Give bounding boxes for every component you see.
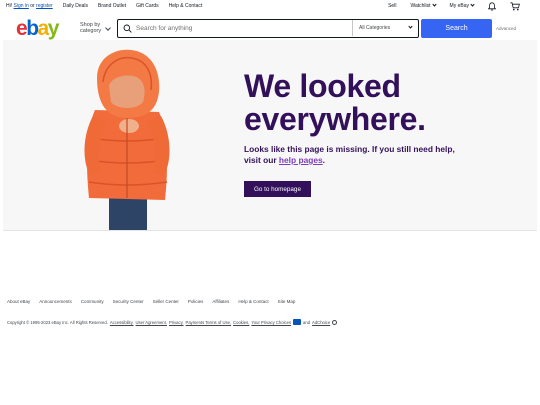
- topbar-right: Sell Watchlist My eBay: [388, 1, 534, 11]
- greeting-text: Hi!: [6, 3, 13, 9]
- sign-in-link[interactable]: Sign in: [14, 3, 29, 9]
- register-link[interactable]: register: [36, 3, 53, 9]
- help-pages-link[interactable]: help pages: [279, 155, 323, 165]
- headline-line1: We looked: [244, 68, 401, 104]
- footer-link-affiliates[interactable]: Affiliates: [212, 299, 229, 304]
- my-ebay-label: My eBay: [449, 3, 469, 9]
- search-button[interactable]: Search: [421, 19, 492, 38]
- footer-link-site-map[interactable]: Site Map: [278, 299, 296, 304]
- search-icon: [123, 24, 132, 33]
- footer-link-announcements[interactable]: Announcements: [39, 299, 72, 304]
- topbar-left: Hi! Sign in or register Daily Deals Bran…: [6, 3, 202, 9]
- accessibility-link[interactable]: Accessibility,: [110, 320, 134, 325]
- sign-in-greeting: Hi! Sign in or register: [6, 3, 53, 9]
- user-agreement-link[interactable]: User Agreement,: [136, 320, 167, 325]
- copyright-bar: Copyright © 1995-2023 eBay Inc. All Righ…: [7, 319, 338, 325]
- logo-letter-y: y: [47, 17, 60, 40]
- chevron-down-icon: [470, 2, 475, 7]
- footer-link-seller-center[interactable]: Seller Center: [153, 299, 179, 304]
- shop-by-line2: category: [80, 28, 102, 34]
- and-text: and: [303, 319, 311, 325]
- logo-letter-e: e: [16, 17, 28, 40]
- my-ebay-menu[interactable]: My eBay: [449, 2, 475, 9]
- gift-cards-link[interactable]: Gift Cards: [136, 3, 159, 9]
- chevron-down-icon[interactable]: [105, 25, 111, 31]
- footer-link-help-contact[interactable]: Help & Contact: [238, 299, 268, 304]
- ebay-logo[interactable]: ebay: [16, 17, 60, 40]
- child-in-orange-jacket-illustration: [84, 49, 170, 230]
- chevron-down-icon: [408, 24, 413, 29]
- logo-letter-b: b: [26, 17, 39, 40]
- copyright-text: Copyright © 1995-2023 eBay Inc. All Righ…: [7, 319, 108, 325]
- daily-deals-link[interactable]: Daily Deals: [63, 3, 88, 9]
- search-box: All Categories: [117, 19, 419, 38]
- search-input[interactable]: [136, 25, 351, 32]
- chevron-down-icon: [431, 2, 437, 7]
- footer-link-security-center[interactable]: Security Center: [113, 299, 144, 304]
- privacy-link[interactable]: Privacy,: [169, 320, 184, 325]
- or-text: or: [30, 3, 35, 9]
- privacy-choices-link[interactable]: Your Privacy Choices: [251, 320, 291, 325]
- footer-links: About eBay Announcements Community Secur…: [7, 299, 304, 304]
- payments-terms-link[interactable]: Payments Terms of Use,: [186, 320, 232, 325]
- watchlist-label: Watchlist: [410, 3, 431, 9]
- footer-link-policies[interactable]: Policies: [188, 299, 204, 304]
- footer-link-community[interactable]: Community: [81, 299, 104, 304]
- error-message-line2: visit our help pages.: [244, 155, 474, 166]
- adchoice-link[interactable]: AdChoice: [312, 320, 330, 325]
- footer-link-about[interactable]: About eBay: [7, 299, 30, 304]
- go-to-homepage-button[interactable]: Go to homepage: [244, 181, 311, 197]
- logo-letter-a: a: [37, 17, 50, 40]
- cookies-link[interactable]: Cookies,: [233, 320, 249, 325]
- cart-icon[interactable]: [510, 1, 520, 11]
- sell-link[interactable]: Sell: [388, 3, 396, 9]
- advanced-search-link[interactable]: Advanced: [496, 26, 516, 31]
- error-message-line1: Looks like this page is missing. If you …: [244, 144, 455, 154]
- brand-outlet-link[interactable]: Brand Outlet: [98, 3, 126, 9]
- visit-our-text: visit our: [244, 155, 279, 165]
- error-hero: We looked everywhere. Looks like this pa…: [3, 40, 537, 231]
- privacy-choices-icon: [293, 319, 302, 325]
- category-select[interactable]: All Categories: [352, 20, 418, 36]
- page-title: We looked everywhere.: [244, 70, 426, 136]
- headline-line2: everywhere.: [244, 101, 426, 137]
- shop-by-category-button[interactable]: Shop by category: [80, 22, 101, 34]
- help-contact-link[interactable]: Help & Contact: [169, 3, 203, 9]
- top-utility-bar: Hi! Sign in or register Daily Deals Bran…: [0, 0, 540, 12]
- info-icon[interactable]: [332, 319, 338, 325]
- watchlist-menu[interactable]: Watchlist: [410, 2, 437, 9]
- category-selected-value: All Categories: [359, 25, 391, 31]
- error-message: Looks like this page is missing. If you …: [244, 144, 474, 166]
- period-text: .: [322, 155, 325, 165]
- bell-icon[interactable]: [487, 1, 497, 11]
